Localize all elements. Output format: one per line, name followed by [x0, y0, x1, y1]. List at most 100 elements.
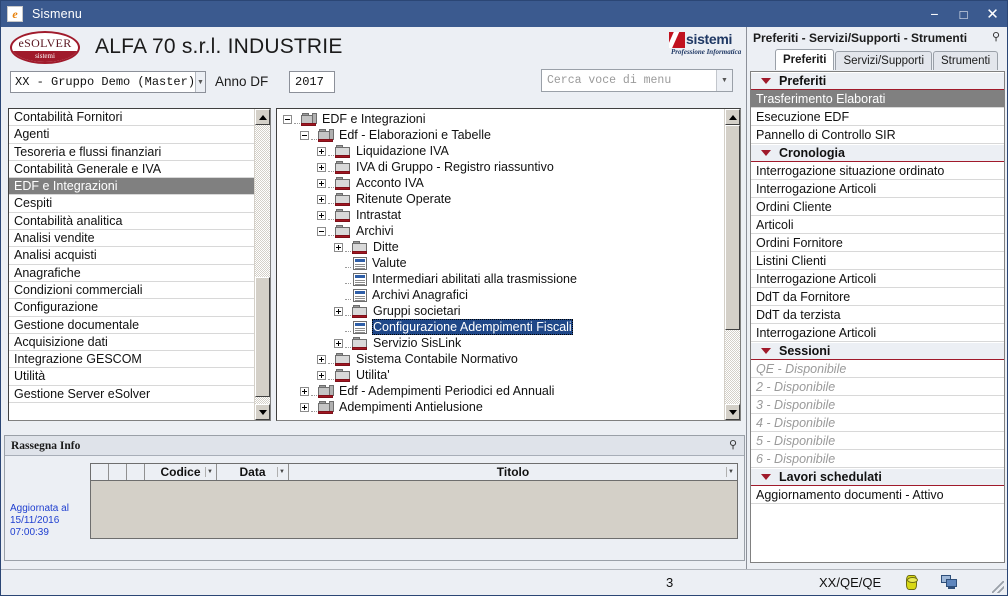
category-item[interactable]: Analisi vendite	[9, 230, 254, 248]
group-select[interactable]: XX - Gruppo Demo (Master) ▼	[10, 71, 206, 93]
expand-icon[interactable]	[300, 402, 309, 412]
category-item[interactable]: Agenti	[9, 126, 254, 144]
expand-icon[interactable]	[317, 210, 326, 220]
category-list[interactable]: Contabilità Fornitori Agenti Tesoreria e f…	[9, 109, 254, 420]
expand-icon[interactable]	[300, 386, 309, 396]
dock-list-item[interactable]: Trasferimento Elaborati	[751, 90, 1004, 108]
dock-content-list[interactable]: Preferiti Trasferimento Elaborati Esecuzio…	[750, 71, 1005, 563]
dock-list-item[interactable]: Interrogazione situazione ordinato	[751, 162, 1004, 180]
dock-list-item[interactable]: 6 - Disponibile	[751, 450, 1004, 468]
resize-grip[interactable]	[992, 581, 1004, 593]
network-icon[interactable]	[941, 575, 958, 590]
tree-scroll-down-button[interactable]	[725, 404, 740, 420]
dock-list-item[interactable]: Interrogazione Articoli	[751, 324, 1004, 342]
pin-icon[interactable]: ⚲	[729, 440, 737, 451]
category-item[interactable]: Integrazione GESCOM	[9, 351, 254, 369]
dock-tabs[interactable]: Preferiti Servizi/Supporti Strumenti	[747, 48, 1007, 70]
dock-list-item[interactable]: Listini Clienti	[751, 252, 1004, 270]
tree-node[interactable]: Acconto IVA	[277, 175, 724, 191]
column-header-titolo[interactable]: Titolo ▼	[289, 464, 737, 480]
triangle-down-icon[interactable]	[761, 474, 771, 480]
dock-list-item[interactable]: Ordini Fornitore	[751, 234, 1004, 252]
close-button[interactable]: ✕	[978, 1, 1007, 27]
collapse-icon[interactable]	[300, 130, 309, 140]
scroll-down-button[interactable]	[255, 404, 270, 420]
maximize-button[interactable]: □	[949, 1, 978, 27]
tree-node[interactable]: Ritenute Operate	[277, 191, 724, 207]
dock-pin-icon[interactable]: ⚲	[992, 32, 1000, 43]
dock-list-item[interactable]: Interrogazione Articoli	[751, 180, 1004, 198]
expand-icon[interactable]	[317, 162, 326, 172]
scroll-track[interactable]	[255, 125, 270, 404]
dock-list-item[interactable]: 3 - Disponibile	[751, 396, 1004, 414]
expand-icon[interactable]	[334, 306, 343, 316]
tree-node[interactable]: IVA di Gruppo - Registro riassuntivo	[277, 159, 724, 175]
dock-group-header[interactable]: Preferiti	[751, 72, 1004, 90]
category-item[interactable]: Contabilità analitica	[9, 213, 254, 231]
menu-tree[interactable]: EDF e Integrazioni Edf - Elaborazioni e T…	[277, 109, 724, 420]
category-item[interactable]: Utilità	[9, 368, 254, 386]
column-header-data[interactable]: Data ▼	[217, 464, 289, 480]
tree-node[interactable]: EDF e Integrazioni	[277, 111, 724, 127]
dock-group-header[interactable]: Lavori schedulati	[751, 468, 1004, 486]
tree-scroll-thumb[interactable]	[725, 125, 740, 330]
category-scrollbar[interactable]	[254, 109, 270, 420]
dock-list-item[interactable]: QE - Disponibile	[751, 360, 1004, 378]
dock-list-item[interactable]: Pannello di Controllo SIR	[751, 126, 1004, 144]
tree-node[interactable]: Edf - Adempimenti Periodici ed Annuali	[277, 383, 724, 399]
scroll-thumb[interactable]	[255, 277, 270, 397]
column-header-codice[interactable]: Codice ▼	[145, 464, 217, 480]
filter-chevron-down-icon[interactable]: ▼	[277, 467, 286, 477]
category-item[interactable]: Gestione documentale	[9, 317, 254, 334]
tree-scroll-up-button[interactable]	[725, 109, 740, 125]
triangle-down-icon[interactable]	[761, 150, 771, 156]
dock-tab-servizi-supporti[interactable]: Servizi/Supporti	[835, 51, 933, 70]
dock-list-item[interactable]: Ordini Cliente	[751, 198, 1004, 216]
collapse-icon[interactable]	[317, 226, 326, 236]
dock-list-item[interactable]: Esecuzione EDF	[751, 108, 1004, 126]
expand-icon[interactable]	[317, 354, 326, 364]
dock-list-item[interactable]: 5 - Disponibile	[751, 432, 1004, 450]
tree-node[interactable]: Liquidazione IVA	[277, 143, 724, 159]
expand-icon[interactable]	[317, 178, 326, 188]
category-item[interactable]: Condizioni commerciali	[9, 282, 254, 300]
expand-icon[interactable]	[334, 338, 343, 348]
tree-node[interactable]: Servizio SisLink	[277, 335, 724, 351]
dock-list-item[interactable]: Aggiornamento documenti - Attivo	[751, 486, 1004, 504]
scroll-up-button[interactable]	[255, 109, 270, 125]
dock-list-item[interactable]: 4 - Disponibile	[751, 414, 1004, 432]
tree-scroll-track[interactable]	[725, 125, 740, 404]
expand-icon[interactable]	[334, 242, 343, 252]
dock-tab-preferiti[interactable]: Preferiti	[775, 49, 835, 70]
search-chevron-down-icon[interactable]: ▼	[716, 70, 732, 91]
category-item[interactable]: Tesoreria e flussi finanziari	[9, 144, 254, 161]
category-item[interactable]: Acquisizione dati	[9, 334, 254, 352]
dock-list-item[interactable]: Articoli	[751, 216, 1004, 234]
collapse-icon[interactable]	[283, 114, 292, 124]
dock-group-header[interactable]: Cronologia	[751, 144, 1004, 162]
dock-group-header[interactable]: Sessioni	[751, 342, 1004, 360]
category-item[interactable]: Analisi acquisti	[9, 247, 254, 265]
category-item[interactable]: Anagrafiche	[9, 265, 254, 282]
dock-list-item[interactable]: 2 - Disponibile	[751, 378, 1004, 396]
search-input[interactable]: Cerca voce di menu	[542, 74, 716, 87]
chevron-down-icon[interactable]: ▼	[195, 72, 205, 92]
dock-list-item[interactable]: Interrogazione Articoli	[751, 270, 1004, 288]
category-item[interactable]: Contabilità Fornitori	[9, 109, 254, 127]
tree-node[interactable]: Edf - Elaborazioni e Tabelle	[277, 127, 724, 143]
column-header-blank-3[interactable]	[127, 464, 145, 480]
category-item[interactable]: Cespiti	[9, 195, 254, 213]
expand-icon[interactable]	[317, 370, 326, 380]
category-item[interactable]: EDF e Integrazioni	[9, 178, 254, 196]
menu-search[interactable]: Cerca voce di menu ▼	[541, 69, 733, 92]
tree-scrollbar[interactable]	[724, 109, 740, 420]
column-header-blank-2[interactable]	[109, 464, 127, 480]
dock-tab-strumenti[interactable]: Strumenti	[933, 51, 999, 70]
minimize-button[interactable]: −	[920, 1, 949, 27]
column-header-blank-1[interactable]	[91, 464, 109, 480]
triangle-down-icon[interactable]	[761, 78, 771, 84]
expand-icon[interactable]	[317, 146, 326, 156]
anno-df-input[interactable]: 2017	[289, 71, 335, 93]
tree-node[interactable]: Adempimenti Antielusione	[277, 399, 724, 415]
category-item[interactable]: Contabilità Generale e IVA	[9, 161, 254, 179]
